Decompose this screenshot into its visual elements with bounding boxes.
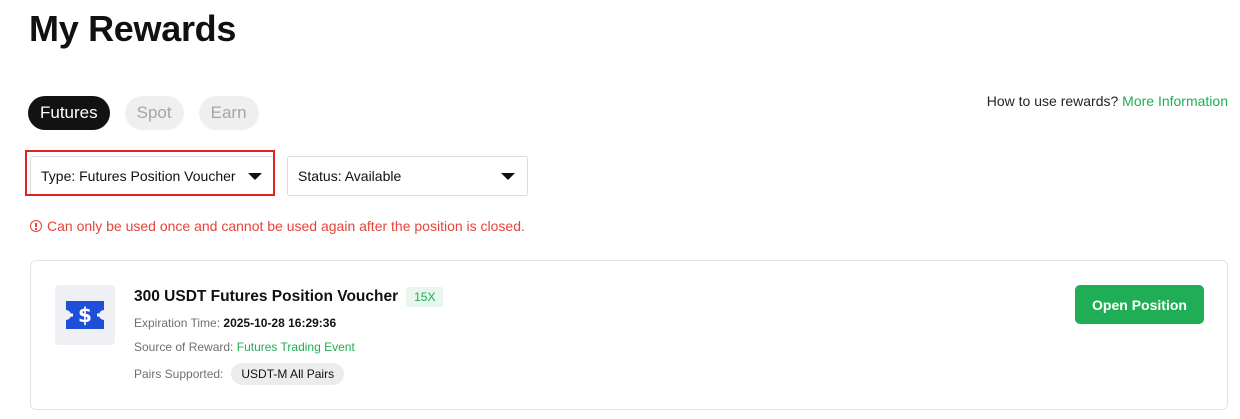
usage-warning: Can only be used once and cannot be used… <box>30 218 525 234</box>
voucher-title-row: 300 USDT Futures Position Voucher 15X <box>134 287 444 307</box>
tab-earn[interactable]: Earn <box>198 96 259 130</box>
caret-down-icon <box>248 172 262 180</box>
type-filter-label: Type: Futures Position Voucher <box>41 168 236 184</box>
help-question: How to use rewards? <box>986 93 1119 109</box>
usage-warning-text: Can only be used once and cannot be used… <box>47 218 525 234</box>
tab-futures[interactable]: Futures <box>28 96 110 130</box>
svg-text:$: $ <box>78 303 92 327</box>
type-filter-dropdown[interactable]: Type: Futures Position Voucher <box>30 156 275 196</box>
status-filter-label: Status: Available <box>298 168 402 184</box>
expiration-value: 2025-10-28 16:29:36 <box>223 316 337 330</box>
expiration-label: Expiration Time: <box>134 316 221 330</box>
page-title: My Rewards <box>29 8 237 49</box>
source-label: Source of Reward: <box>134 340 234 354</box>
reward-tabs: Futures Spot Earn <box>28 96 259 130</box>
voucher-icon-container: $ <box>55 285 115 345</box>
rewards-page: My Rewards Futures Spot Earn How to use … <box>0 0 1240 419</box>
alert-circle-icon <box>30 220 42 232</box>
status-filter-dropdown[interactable]: Status: Available <box>287 156 528 196</box>
tab-spot[interactable]: Spot <box>124 96 184 130</box>
leverage-badge: 15X <box>406 287 444 307</box>
help-text: How to use rewards? More Information <box>987 93 1228 109</box>
caret-down-icon <box>501 172 515 180</box>
voucher-ticket-icon: $ <box>66 301 104 329</box>
source-value: Futures Trading Event <box>236 340 355 354</box>
voucher-card: $ 300 USDT Futures Position Voucher 15X … <box>30 260 1228 410</box>
more-information-link[interactable]: More Information <box>1122 93 1228 109</box>
source-row: Source of Reward: Futures Trading Event <box>134 340 355 354</box>
open-position-button[interactable]: Open Position <box>1075 285 1204 324</box>
pairs-row: Pairs Supported: USDT-M All Pairs <box>134 363 345 385</box>
voucher-title: 300 USDT Futures Position Voucher <box>134 288 399 305</box>
expiration-row: Expiration Time: 2025-10-28 16:29:36 <box>134 316 336 330</box>
pairs-chip: USDT-M All Pairs <box>231 363 345 385</box>
pairs-label: Pairs Supported: <box>134 367 224 381</box>
